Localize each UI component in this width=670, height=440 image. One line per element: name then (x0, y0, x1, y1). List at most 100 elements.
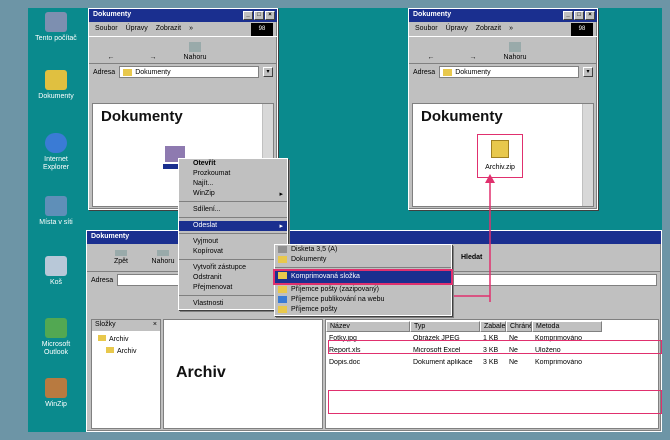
desktop-icon-label: Dokumenty (38, 93, 74, 100)
forward-button[interactable]: → (139, 39, 167, 61)
chevron-down-icon[interactable]: ▾ (263, 67, 273, 77)
desktop-icon-label: WinZip (45, 401, 67, 408)
cell-name: Dopis.doc (329, 358, 361, 366)
column-header-name[interactable]: Název (326, 320, 410, 332)
menu-item-label: Odeslat (193, 222, 218, 229)
vertical-scrollbar[interactable] (582, 104, 593, 206)
search-button-label[interactable]: Hledat (461, 254, 482, 261)
menu-item-label: Komprimovaná složka (291, 273, 360, 280)
column-header-method[interactable]: Metoda (532, 320, 602, 332)
up-folder-icon (189, 42, 201, 52)
address-label: Adresa (91, 276, 114, 284)
menu-item-copy[interactable]: Kopírovat (179, 247, 287, 257)
back-button[interactable]: ← (417, 39, 445, 61)
folder-heading: Dokumenty (421, 108, 503, 125)
maximize-button[interactable]: □ (254, 11, 264, 20)
arrow-up-connector (485, 174, 495, 302)
minimize-button[interactable]: _ (243, 11, 253, 20)
desktop-icon-label: Koš (49, 279, 63, 286)
menu-item-label: Dokumenty (291, 256, 327, 263)
up-button[interactable]: Nahoru (501, 39, 529, 61)
zip-folder-icon[interactable] (491, 140, 509, 158)
folder-icon (443, 68, 453, 76)
menu-bar: Soubor Úpravy Zobrazit » 98 (409, 22, 597, 36)
explorer-window-right: Dokumenty _ □ × Soubor Úpravy Zobrazit »… (408, 8, 598, 210)
submenu-item-web-publish[interactable]: Příjemce publikování na webu (275, 295, 451, 305)
menu-more[interactable]: » (509, 25, 513, 33)
minimize-button[interactable]: _ (563, 11, 573, 20)
menu-item-explore[interactable]: Prozkoumat (179, 169, 287, 179)
tree-item[interactable]: Archiv (92, 347, 160, 355)
menu-view[interactable]: Zobrazit (476, 25, 501, 33)
menu-edit[interactable]: Úpravy (446, 25, 468, 33)
recycle-bin-icon (45, 256, 67, 276)
back-button[interactable]: ← (97, 39, 125, 61)
winzip-icon (45, 378, 67, 398)
maximize-button[interactable]: □ (574, 11, 584, 20)
toolbar-label: Nahoru (151, 258, 175, 265)
submenu-item-documents[interactable]: Dokumenty (275, 255, 451, 265)
menu-file[interactable]: Soubor (415, 25, 438, 33)
desktop-icon-outlook[interactable]: Microsoft Outlook (32, 318, 80, 357)
column-header-packed[interactable]: Zabalená (480, 320, 506, 332)
tree-item[interactable]: Archiv (92, 331, 160, 347)
address-input[interactable]: Dokumenty (119, 66, 259, 78)
up-button[interactable]: Nahoru (149, 250, 177, 265)
close-button[interactable]: × (585, 11, 595, 20)
zip-folder-icon (278, 272, 287, 279)
forward-button[interactable]: → (459, 39, 487, 61)
desktop-icon-winzip[interactable]: WinZip (32, 378, 80, 409)
window-controls: _ □ × (563, 11, 595, 20)
menu-item-cut[interactable]: Vyjmout (179, 237, 287, 247)
menu-item-open[interactable]: Otevřít (179, 159, 287, 169)
menu-item-find[interactable]: Najít... (179, 179, 287, 189)
submenu-item-mail[interactable]: Příjemce pošty (275, 305, 451, 315)
menu-item-sharing[interactable]: Sdílení... (179, 205, 287, 215)
back-button[interactable]: Zpět (107, 250, 135, 265)
desktop-icon-my-computer[interactable]: Tento počítač (32, 12, 80, 43)
up-button[interactable]: Nahoru (181, 39, 209, 61)
close-icon[interactable]: × (153, 321, 157, 330)
menu-edit[interactable]: Úpravy (126, 25, 148, 33)
address-label: Adresa (413, 68, 436, 76)
tree-header-label: Složky (95, 321, 116, 328)
menu-item-properties[interactable]: Vlastnosti (179, 299, 287, 309)
menu-file[interactable]: Soubor (95, 25, 118, 33)
window-titlebar: Dokumenty (87, 231, 661, 244)
folder-icon (278, 256, 287, 263)
tree-item-label: Archiv (117, 348, 137, 355)
window-title: Dokumenty (91, 233, 130, 240)
column-header-protected[interactable]: Chráněno (506, 320, 532, 332)
chevron-down-icon[interactable]: ▾ (583, 67, 593, 77)
submenu-item-mail-zipped[interactable]: Příjemce pošty (zazipovaný) (275, 285, 451, 295)
back-arrow-icon: ← (427, 54, 435, 61)
windows-logo: 98 (251, 23, 273, 36)
close-button[interactable]: × (265, 11, 275, 20)
menu-view[interactable]: Zobrazit (156, 25, 181, 33)
menu-item-winzip[interactable]: WinZip ▸ (179, 189, 287, 199)
address-input[interactable]: Dokumenty (439, 66, 579, 78)
menu-item-send-to[interactable]: Odeslat ▸ (179, 221, 287, 231)
submenu-item-floppy[interactable]: Disketa 3,5 (A) (275, 245, 451, 255)
menu-more[interactable]: » (189, 25, 193, 33)
submenu-item-compressed-folder[interactable]: Komprimovaná složka (273, 269, 453, 285)
table-row[interactable]: Dopis.doc Dokument aplikace 3 KB Ne Komp… (326, 356, 602, 368)
back-arrow-icon (115, 250, 127, 256)
menu-item-delete[interactable]: Odstranit (179, 273, 287, 283)
address-value: Dokumenty (135, 68, 171, 76)
windows-logo: 98 (571, 23, 593, 36)
outlook-icon (45, 318, 67, 338)
menu-item-rename[interactable]: Přejmenovat (179, 283, 287, 293)
highlight-frame-rows (328, 390, 662, 414)
desktop-icon-internet-explorer[interactable]: Internet Explorer (32, 133, 80, 172)
context-menu: Otevřít Prozkoumat Najít... WinZip ▸ Sdíl… (178, 158, 288, 310)
folder-icon (106, 347, 114, 353)
tree-header: Složky × (92, 320, 160, 331)
folder-tree-pane: Složky × Archiv Archiv (91, 319, 161, 429)
menu-item-label: Příjemce pošty (zazipovaný) (291, 286, 379, 293)
desktop-icon-network[interactable]: Místa v síti (32, 196, 80, 227)
desktop-icon-recycle-bin[interactable]: Koš (32, 256, 80, 287)
menu-item-create-shortcut[interactable]: Vytvořit zástupce (179, 263, 287, 273)
column-header-type[interactable]: Typ (410, 320, 480, 332)
desktop-icon-documents[interactable]: Dokumenty (32, 70, 80, 101)
